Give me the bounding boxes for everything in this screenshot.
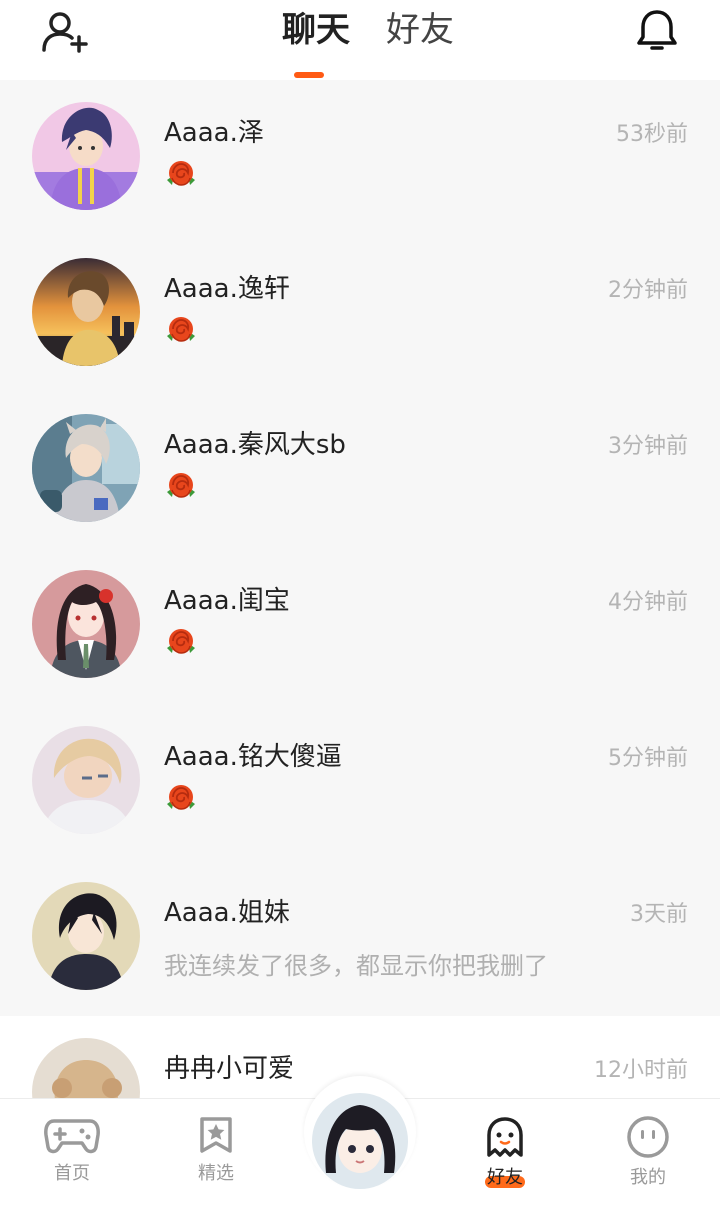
nav-home[interactable]: 首页 — [22, 1115, 122, 1185]
add-friend-icon[interactable] — [40, 10, 88, 54]
rose-icon — [167, 473, 195, 498]
top-bar: 聊天 好友 — [0, 0, 720, 81]
avatar[interactable] — [32, 882, 140, 990]
contact-name: Aaaa.姐妹 — [164, 898, 290, 928]
contact-name: 冉冉小可爱 — [164, 1054, 295, 1084]
tab-friends[interactable]: 好友 — [386, 8, 454, 52]
message-time: 3分钟前 — [608, 434, 688, 459]
tab-chat[interactable]: 聊天 — [282, 8, 350, 52]
chat-row[interactable]: Aaaa.泽 53秒前 — [0, 80, 720, 236]
active-tab-indicator — [294, 72, 324, 78]
center-avatar-button[interactable] — [312, 1093, 408, 1189]
nav-featured[interactable]: 精选 — [166, 1115, 266, 1185]
avatar[interactable] — [32, 726, 140, 834]
contact-name: Aaaa.泽 — [164, 118, 264, 148]
rose-icon — [167, 317, 195, 342]
message-time: 4分钟前 — [608, 590, 688, 615]
chat-row[interactable]: Aaaa.铭大傻逼 5分钟前 — [0, 704, 720, 860]
rose-icon — [167, 161, 195, 186]
nav-label: 精选 — [198, 1163, 234, 1184]
avatar[interactable] — [32, 570, 140, 678]
rose-icon — [167, 629, 195, 654]
message-time: 3天前 — [630, 902, 688, 927]
gamepad-icon — [44, 1119, 100, 1154]
message-preview: 我连续发了很多，都显示你把我删了 — [164, 952, 548, 980]
contact-name: Aaaa.秦风大sb — [164, 430, 346, 460]
message-time: 2分钟前 — [608, 278, 688, 303]
star-bookmark-icon — [200, 1117, 232, 1153]
nav-friends[interactable]: 好友 — [455, 1115, 555, 1189]
face-icon — [627, 1116, 669, 1158]
chat-row[interactable]: Aaaa.闺宝 4分钟前 — [0, 548, 720, 704]
message-time: 5分钟前 — [608, 746, 688, 771]
message-time: 53秒前 — [616, 122, 688, 147]
rose-icon — [167, 785, 195, 810]
bell-icon[interactable] — [634, 8, 680, 54]
chat-row[interactable]: Aaaa.秦风大sb 3分钟前 — [0, 392, 720, 548]
nav-label: 首页 — [54, 1163, 90, 1184]
nav-label: 我的 — [630, 1167, 666, 1188]
contact-name: Aaaa.铭大傻逼 — [164, 742, 342, 772]
contact-name: Aaaa.闺宝 — [164, 586, 290, 616]
nav-label: 好友 — [487, 1167, 523, 1188]
chat-row[interactable]: Aaaa.逸轩 2分钟前 — [0, 236, 720, 392]
avatar[interactable] — [32, 414, 140, 522]
message-time: 12小时前 — [594, 1058, 688, 1083]
avatar[interactable] — [32, 258, 140, 366]
avatar[interactable] — [32, 102, 140, 210]
contact-name: Aaaa.逸轩 — [164, 274, 290, 304]
chat-list: Aaaa.泽 53秒前 Aaaa.逸轩 2分钟前 Aaaa.秦风大sb 3分钟前… — [0, 80, 720, 1172]
ghost-icon — [487, 1117, 523, 1157]
nav-mine[interactable]: 我的 — [598, 1115, 698, 1189]
chat-row[interactable]: Aaaa.姐妹 3天前 我连续发了很多，都显示你把我删了 — [0, 860, 720, 1016]
